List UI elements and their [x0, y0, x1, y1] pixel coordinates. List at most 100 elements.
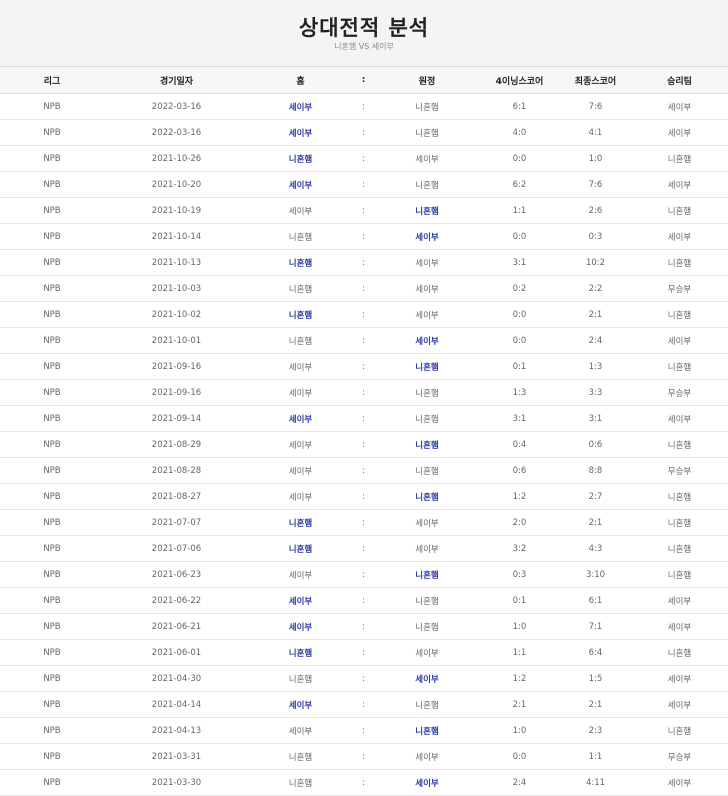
table-row: NPB 2021-10-02 니혼햄: 세이부 0:0 2:1 니혼햄	[0, 301, 728, 328]
table-row: NPB 2022-03-16 세이부: 니혼햄 6:1 7:6 세이부	[0, 93, 728, 120]
cell-separator: :	[352, 587, 375, 614]
cell-winner: 니혼햄	[631, 483, 728, 510]
cell-inning4-score: 1:0	[479, 717, 560, 744]
page-title: 상대전적 분석	[298, 16, 430, 40]
cell-inning4-score: 3:2	[479, 535, 560, 562]
cell-final-score: 3:1	[560, 405, 631, 432]
cell-winner: 무승부	[631, 457, 728, 484]
cell-home-team: 세이부	[249, 171, 352, 198]
cell-date: 2021-09-14	[104, 405, 249, 432]
cell-away-team: 세이부	[375, 639, 479, 666]
cell-date: 2021-09-16	[104, 353, 249, 380]
cell-date: 2022-03-16	[104, 93, 249, 120]
cell-inning4-score: 0:0	[479, 301, 560, 328]
cell-winner: 니혼햄	[631, 197, 728, 224]
cell-home-team: 세이부	[249, 119, 352, 146]
cell-home-team: 세이부	[249, 353, 352, 380]
cell-home-team: 니혼햄	[249, 301, 352, 328]
cell-separator: :	[352, 431, 375, 458]
cell-inning4-score: 0:0	[479, 327, 560, 354]
cell-date: 2021-10-01	[104, 327, 249, 354]
cell-inning4-score: 1:2	[479, 665, 560, 692]
cell-away-team: 니혼햄	[375, 119, 479, 146]
cell-league: NPB	[0, 93, 104, 120]
cell-separator: :	[352, 509, 375, 536]
cell-league: NPB	[0, 483, 104, 510]
cell-winner: 니혼햄	[631, 535, 728, 562]
cell-separator: :	[352, 327, 375, 354]
cell-league: NPB	[0, 119, 104, 146]
cell-home-team: 니혼햄	[249, 509, 352, 536]
cell-inning4-score: 0:0	[479, 145, 560, 172]
cell-inning4-score: 0:4	[479, 431, 560, 458]
cell-inning4-score: 0:6	[479, 457, 560, 484]
table-row: NPB 2021-04-14 세이부: 니혼햄 2:1 2:1 세이부	[0, 691, 728, 718]
cell-league: NPB	[0, 717, 104, 744]
cell-home-team: 세이부	[249, 431, 352, 458]
cell-separator: :	[352, 249, 375, 276]
cell-inning4-score: 3:1	[479, 405, 560, 432]
cell-away-team: 니혼햄	[375, 587, 479, 614]
cell-home-team: 세이부	[249, 483, 352, 510]
cell-winner: 니혼햄	[631, 145, 728, 172]
cell-home-team: 세이부	[249, 717, 352, 744]
cell-away-team: 니혼햄	[375, 93, 479, 120]
table-row: NPB 2021-10-03 니혼햄: 세이부 0:2 2:2 무승부	[0, 275, 728, 302]
cell-away-team: 니혼햄	[375, 691, 479, 718]
cell-home-team: 세이부	[249, 197, 352, 224]
cell-separator: :	[352, 457, 375, 484]
cell-inning4-score: 1:1	[479, 197, 560, 224]
cell-league: NPB	[0, 275, 104, 302]
table-row: NPB 2021-10-19 세이부: 니혼햄 1:1 2:6 니혼햄	[0, 197, 728, 224]
cell-final-score: 4:11	[560, 769, 631, 796]
cell-inning4-score: 1:2	[479, 483, 560, 510]
cell-winner: 세이부	[631, 405, 728, 432]
cell-away-team: 니혼햄	[375, 483, 479, 510]
table-row: NPB 2021-06-22 세이부: 니혼햄 0:1 6:1 세이부	[0, 587, 728, 614]
cell-separator: :	[352, 483, 375, 510]
cell-separator: :	[352, 353, 375, 380]
table-row: NPB 2021-03-31 니혼햄: 세이부 0:0 1:1 무승부	[0, 743, 728, 770]
cell-separator: :	[352, 119, 375, 146]
cell-final-score: 0:6	[560, 431, 631, 458]
cell-winner: 니혼햄	[631, 301, 728, 328]
cell-away-team: 세이부	[375, 223, 479, 250]
col-header-league: 리그	[0, 66, 104, 94]
cell-final-score: 6:1	[560, 587, 631, 614]
table-row: NPB 2021-03-30 니혼햄: 세이부 2:4 4:11 세이부	[0, 769, 728, 796]
table-row: NPB 2021-09-16 세이부: 니혼햄 0:1 1:3 니혼햄	[0, 353, 728, 380]
cell-date: 2021-10-20	[104, 171, 249, 198]
cell-home-team: 니혼햄	[249, 535, 352, 562]
cell-league: NPB	[0, 691, 104, 718]
cell-league: NPB	[0, 665, 104, 692]
cell-winner: 세이부	[631, 665, 728, 692]
cell-separator: :	[352, 405, 375, 432]
cell-separator: :	[352, 665, 375, 692]
cell-winner: 니혼햄	[631, 639, 728, 666]
cell-home-team: 니혼햄	[249, 327, 352, 354]
cell-away-team: 니혼햄	[375, 353, 479, 380]
table-row: NPB 2021-08-29 세이부: 니혼햄 0:4 0:6 니혼햄	[0, 431, 728, 458]
cell-away-team: 니혼햄	[375, 457, 479, 484]
cell-winner: 니혼햄	[631, 353, 728, 380]
table-row: NPB 2021-07-07 니혼햄: 세이부 2:0 2:1 니혼햄	[0, 509, 728, 536]
cell-league: NPB	[0, 587, 104, 614]
cell-league: NPB	[0, 379, 104, 406]
cell-away-team: 세이부	[375, 327, 479, 354]
cell-date: 2021-03-30	[104, 769, 249, 796]
cell-home-team: 세이부	[249, 457, 352, 484]
cell-winner: 세이부	[631, 613, 728, 640]
cell-inning4-score: 1:1	[479, 639, 560, 666]
cell-final-score: 7:1	[560, 613, 631, 640]
cell-home-team: 세이부	[249, 691, 352, 718]
cell-home-team: 세이부	[249, 561, 352, 588]
table-row: NPB 2021-08-28 세이부: 니혼햄 0:6 8:8 무승부	[0, 457, 728, 484]
table-row: NPB 2021-10-20 세이부: 니혼햄 6:2 7:6 세이부	[0, 171, 728, 198]
cell-date: 2022-03-16	[104, 119, 249, 146]
cell-inning4-score: 2:4	[479, 769, 560, 796]
cell-inning4-score: 3:1	[479, 249, 560, 276]
cell-away-team: 세이부	[375, 275, 479, 302]
cell-away-team: 니혼햄	[375, 171, 479, 198]
cell-away-team: 세이부	[375, 509, 479, 536]
cell-league: NPB	[0, 327, 104, 354]
